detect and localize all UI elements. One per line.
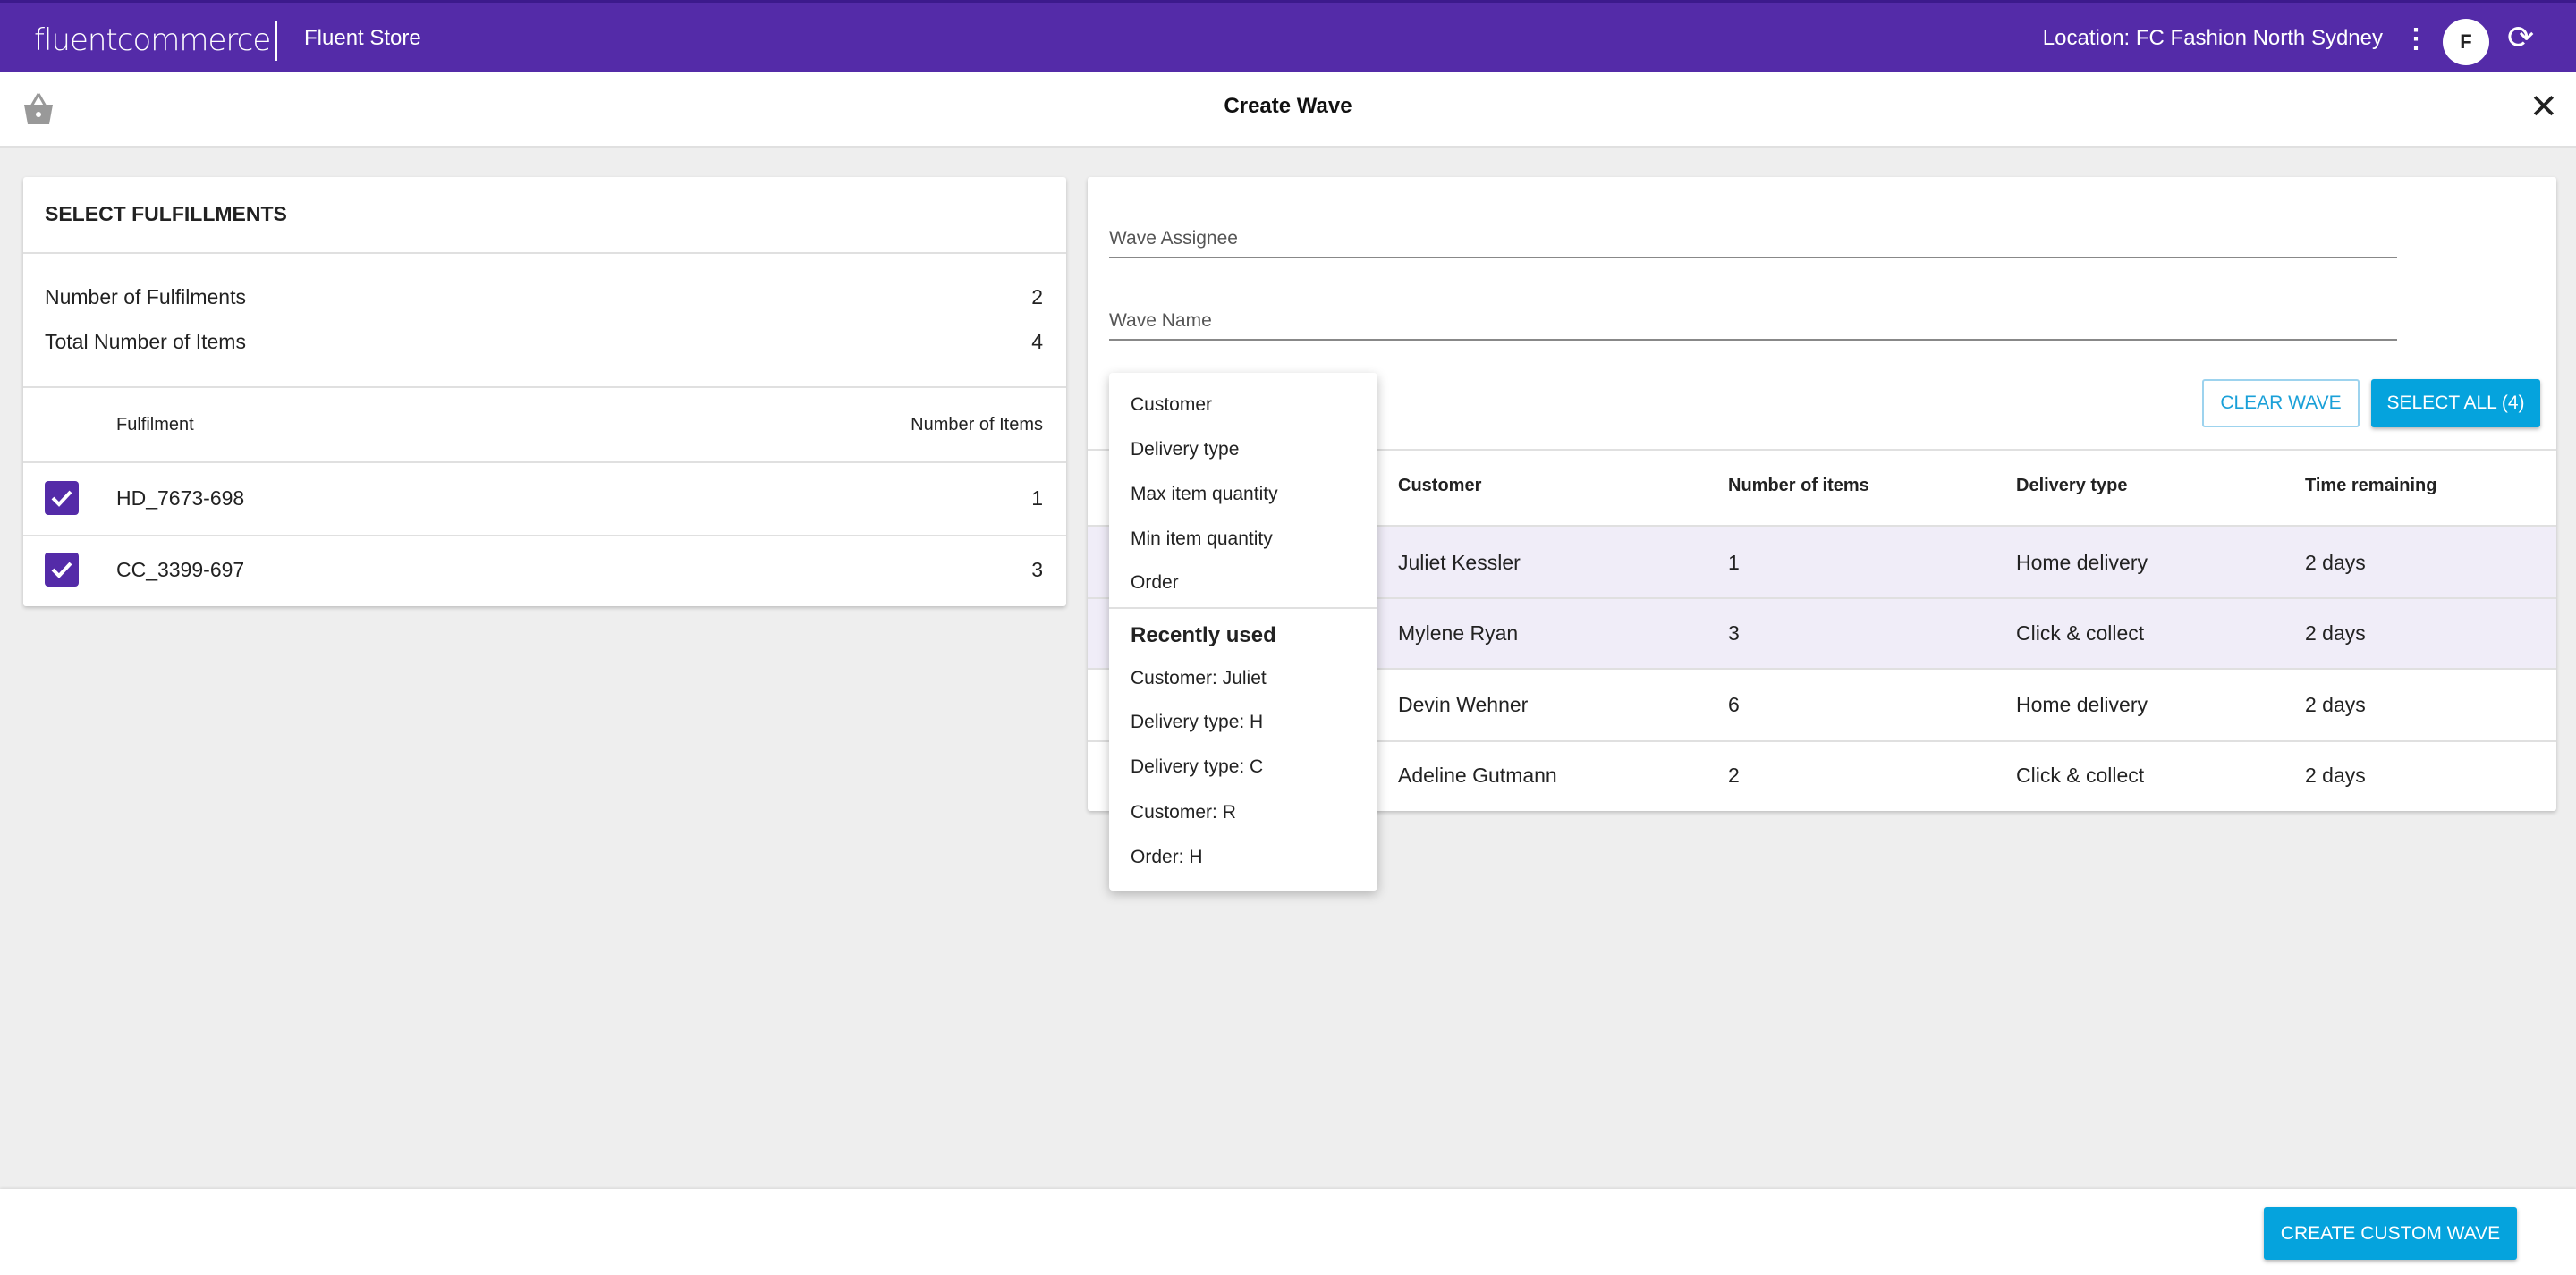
column-header-time: Time remaining <box>2305 476 2437 495</box>
fulfilment-items: 3 <box>1031 558 1043 581</box>
cell-delivery: Click & collect <box>2016 764 2145 787</box>
column-header-items: Number of Items <box>911 415 1043 435</box>
check-icon <box>51 562 72 578</box>
wave-name-input[interactable] <box>1109 339 2397 341</box>
cell-time: 2 days <box>2305 693 2366 716</box>
menu-item[interactable]: Min item quantity <box>1131 528 1273 550</box>
clear-wave-button[interactable]: CLEAR WAVE <box>2202 379 2360 427</box>
cell-items: 1 <box>1728 551 1740 574</box>
panel-title: SELECT FULFILLMENTS <box>45 202 287 225</box>
top-bar: fluentcommerce Fluent Store Location: FC… <box>0 0 2576 72</box>
recent-item[interactable]: Delivery type: H <box>1131 712 1263 733</box>
cell-time: 2 days <box>2305 764 2366 787</box>
cell-customer: Mylene Ryan <box>1398 621 1519 645</box>
create-custom-wave-button[interactable]: CREATE CUSTOM WAVE <box>2264 1207 2517 1260</box>
cell-customer: Juliet Kessler <box>1398 551 1521 574</box>
column-header-fulfilment: Fulfilment <box>116 415 194 435</box>
row-checkbox[interactable] <box>45 553 79 587</box>
more-vert-icon[interactable]: ⋮ <box>2402 24 2429 55</box>
page-header: Create Wave ✕ <box>0 72 2576 148</box>
cell-delivery: Home delivery <box>2016 551 2148 574</box>
fluentcommerce-logo: fluentcommerce <box>34 22 271 58</box>
wave-name-label[interactable]: Wave Name <box>1109 310 1212 332</box>
summary-value: 4 <box>1031 330 1043 353</box>
avatar[interactable]: F <box>2443 19 2489 65</box>
refresh-icon[interactable]: ⟳ <box>2507 19 2534 56</box>
page-title: Create Wave <box>1224 94 1352 118</box>
menu-item[interactable]: Max item quantity <box>1131 484 1278 505</box>
recent-item[interactable]: Delivery type: C <box>1131 756 1263 778</box>
summary-label: Total Number of Items <box>45 330 246 353</box>
summary-label: Number of Fulfilments <box>45 285 246 308</box>
wave-assignee-input[interactable] <box>1109 257 2397 258</box>
fulfilment-items: 1 <box>1031 486 1043 510</box>
cell-time: 2 days <box>2305 551 2366 574</box>
app-name: Fluent Store <box>304 26 421 50</box>
select-fulfilments-panel: SELECT FULFILLMENTS Number of Fulfilment… <box>23 177 1066 606</box>
fulfilment-id: HD_7673-698 <box>116 486 245 510</box>
check-icon <box>51 490 72 507</box>
location-label[interactable]: Location: FC Fashion North Sydney <box>2043 26 2383 51</box>
cell-items: 2 <box>1728 764 1740 787</box>
cell-time: 2 days <box>2305 621 2366 645</box>
column-header-items: Number of items <box>1728 476 1869 495</box>
menu-item[interactable]: Delivery type <box>1131 439 1239 460</box>
wave-assignee-label[interactable]: Wave Assignee <box>1109 228 1238 249</box>
menu-item[interactable]: Order <box>1131 572 1179 594</box>
cell-customer: Adeline Gutmann <box>1398 764 1557 787</box>
cell-items: 3 <box>1728 621 1740 645</box>
recent-item[interactable]: Order: H <box>1131 847 1203 868</box>
cell-delivery: Home delivery <box>2016 693 2148 716</box>
filter-dropdown-menu: Customer Delivery type Max item quantity… <box>1109 373 1377 891</box>
column-header-customer: Customer <box>1398 476 1482 495</box>
footer-bar: CREATE CUSTOM WAVE <box>0 1189 2576 1275</box>
cell-customer: Devin Wehner <box>1398 693 1529 716</box>
logo-divider <box>275 21 277 61</box>
close-icon[interactable]: ✕ <box>2529 87 2558 127</box>
row-checkbox[interactable] <box>45 481 79 515</box>
recent-item[interactable]: Customer: R <box>1131 802 1236 823</box>
fulfilment-id: CC_3399-697 <box>116 558 245 581</box>
column-header-delivery: Delivery type <box>2016 476 2128 495</box>
select-all-button[interactable]: SELECT ALL (4) <box>2371 379 2540 427</box>
menu-item[interactable]: Customer <box>1131 394 1212 416</box>
cell-items: 6 <box>1728 693 1740 716</box>
summary-value: 2 <box>1031 285 1043 308</box>
cell-delivery: Click & collect <box>2016 621 2145 645</box>
recently-used-heading: Recently used <box>1131 623 1276 647</box>
recent-item[interactable]: Customer: Juliet <box>1131 668 1267 689</box>
